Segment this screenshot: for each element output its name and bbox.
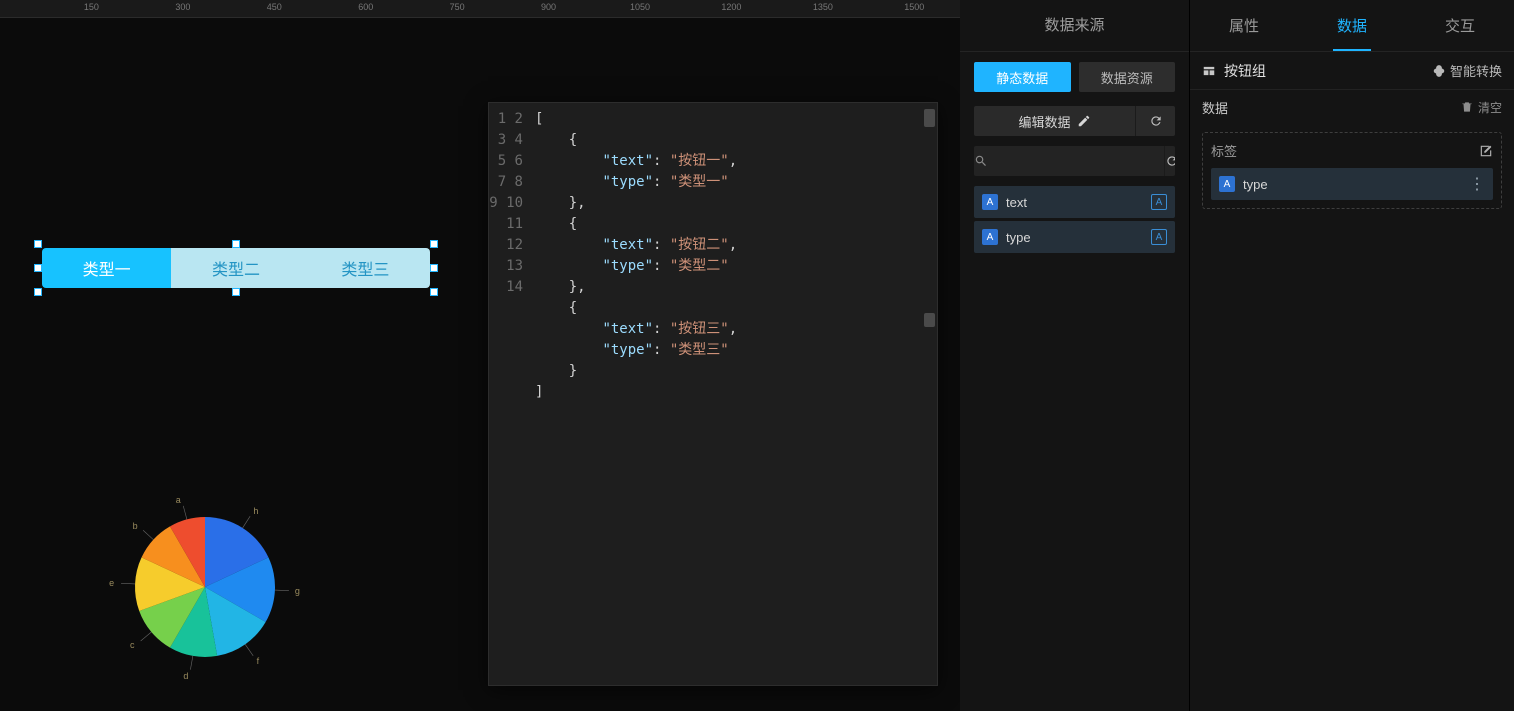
ruler-tick: 900 <box>541 2 556 12</box>
inspector-panel: 属性 数据 交互 按钮组 智能转换 数据 清空 标签 <box>1190 0 1514 711</box>
editor-gutter: 1 2 3 4 5 6 7 8 9 10 11 12 13 14 <box>489 103 531 685</box>
field-item-type[interactable]: A type A <box>974 221 1175 253</box>
button-group-item-0[interactable]: 类型一 <box>42 248 171 288</box>
data-section-header: 数据 清空 <box>1190 90 1514 124</box>
data-source-tabs: 静态数据 数据资源 <box>960 52 1189 102</box>
refresh-icon <box>1149 114 1163 128</box>
edit-data-label: 编辑数据 <box>1018 112 1070 131</box>
pie-chart-widget[interactable]: hgfdceba <box>120 502 290 672</box>
editor-code[interactable]: [ { "text": "按钮一", "type": "类型一" }, { "t… <box>531 103 937 685</box>
refresh-icon <box>1165 154 1175 168</box>
dropzone-item-name: type <box>1243 177 1469 192</box>
dropzone-item-type[interactable]: A type ⋮ <box>1211 168 1493 200</box>
ruler-tick: 1500 <box>904 2 924 12</box>
label-dropzone[interactable]: 标签 A type ⋮ <box>1202 132 1502 209</box>
code-editor[interactable]: 1 2 3 4 5 6 7 8 9 10 11 12 13 14 [ { "te… <box>488 102 938 686</box>
more-icon[interactable]: ⋮ <box>1469 174 1485 194</box>
field-name: type <box>1006 230 1151 245</box>
ruler-tick: 750 <box>450 2 465 12</box>
component-icon <box>1202 63 1218 79</box>
tab-data-resource[interactable]: 数据资源 <box>1079 62 1176 92</box>
editor-scrollbar-thumb-2[interactable] <box>924 313 935 327</box>
clear-label: 清空 <box>1478 99 1502 116</box>
tab-data[interactable]: 数据 <box>1298 0 1406 51</box>
search-icon <box>974 146 988 176</box>
edit-data-button[interactable]: 编辑数据 <box>974 106 1135 136</box>
inspector-tabs: 属性 数据 交互 <box>1190 0 1514 52</box>
pencil-icon <box>1077 114 1091 128</box>
clear-button[interactable]: 清空 <box>1460 99 1502 116</box>
pie-label-h: h <box>253 506 258 516</box>
pie-chart <box>120 502 290 672</box>
ruler-tick: 600 <box>358 2 373 12</box>
smart-convert-button[interactable]: 智能转换 <box>1432 61 1502 80</box>
ruler-tick: 300 <box>175 2 190 12</box>
ruler-tick: 1050 <box>630 2 650 12</box>
pie-label-d: d <box>183 671 188 681</box>
pie-label-c: c <box>130 640 135 650</box>
pie-label-a: a <box>176 495 181 505</box>
button-group-item-1[interactable]: 类型二 <box>171 248 300 288</box>
ruler-tick: 1200 <box>721 2 741 12</box>
field-refresh-button[interactable] <box>1164 146 1175 176</box>
pie-label-e: e <box>109 578 114 588</box>
pie-label-f: f <box>257 656 260 666</box>
ruler-tick: 450 <box>267 2 282 12</box>
edit-box-icon <box>1479 144 1493 158</box>
field-search-input[interactable] <box>988 146 1164 176</box>
pie-label-b: b <box>133 521 138 531</box>
button-group: 类型一 类型二 类型三 <box>42 248 430 288</box>
data-source-panel: 数据来源 静态数据 数据资源 编辑数据 A text A A type A <box>960 0 1190 711</box>
field-item-text[interactable]: A text A <box>974 186 1175 218</box>
dropzone-title: 标签 <box>1211 141 1237 160</box>
field-type-icon: A <box>982 194 998 210</box>
tab-static-data[interactable]: 静态数据 <box>974 62 1071 92</box>
edit-data-row: 编辑数据 <box>974 106 1175 136</box>
refresh-button[interactable] <box>1135 106 1175 136</box>
button-group-widget[interactable]: 类型一 类型二 类型三 <box>42 248 430 288</box>
smart-convert-label: 智能转换 <box>1450 61 1502 80</box>
data-section-label: 数据 <box>1202 98 1228 117</box>
ruler: 150 300 450 600 750 900 1050 1200 1350 1500 <box>0 0 960 18</box>
component-name: 按钮组 <box>1224 61 1432 81</box>
data-source-title: 数据来源 <box>960 0 1189 52</box>
trash-icon <box>1460 100 1474 114</box>
field-name: text <box>1006 195 1151 210</box>
tab-properties[interactable]: 属性 <box>1190 0 1298 51</box>
inspector-header: 按钮组 智能转换 <box>1190 52 1514 90</box>
field-type-icon: A <box>982 229 998 245</box>
field-search <box>974 146 1175 176</box>
editor-scrollbar-thumb[interactable] <box>924 109 935 127</box>
field-badge-icon: A <box>1151 194 1167 210</box>
field-badge-icon: A <box>1151 229 1167 245</box>
button-group-item-2[interactable]: 类型三 <box>301 248 430 288</box>
ruler-tick: 1350 <box>813 2 833 12</box>
brain-icon <box>1432 64 1446 78</box>
dropzone-edit-button[interactable] <box>1479 143 1493 159</box>
ruler-tick: 150 <box>84 2 99 12</box>
tab-interact[interactable]: 交互 <box>1406 0 1514 51</box>
field-type-icon: A <box>1219 176 1235 192</box>
pie-label-g: g <box>295 586 300 596</box>
dropzone-header: 标签 <box>1211 141 1493 160</box>
field-list: A text A A type A <box>960 186 1189 253</box>
